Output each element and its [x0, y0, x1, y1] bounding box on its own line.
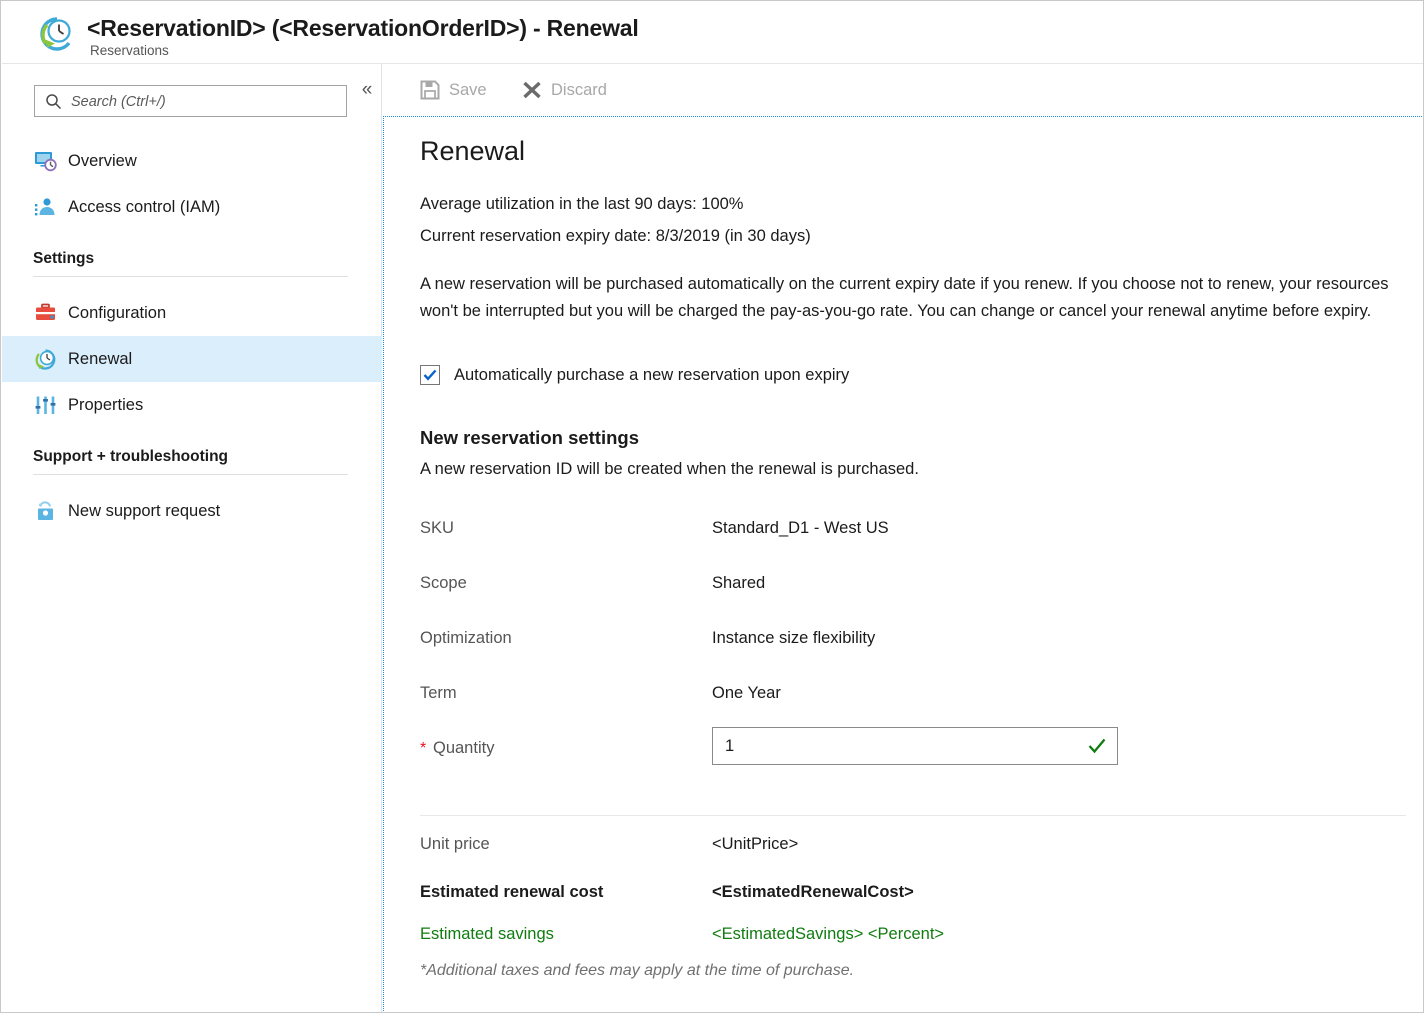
auto-purchase-label: Automatically purchase a new reservation…	[454, 363, 849, 387]
sidebar-item-label: Renewal	[68, 348, 132, 370]
divider	[33, 474, 348, 475]
expiry-date-text: Current reservation expiry date: 8/3/201…	[420, 227, 811, 246]
renewal-clock-icon	[34, 348, 57, 371]
field-label: Unit price	[420, 831, 490, 857]
breadcrumb: Reservations	[90, 43, 169, 58]
discard-x-icon	[521, 79, 543, 101]
sidebar-group-title: Support + troubleshooting	[33, 448, 348, 466]
field-value: <EstimatedSavings> <Percent>	[712, 921, 944, 947]
page-title: <ReservationID> (<ReservationOrderID>) -…	[87, 15, 639, 42]
quantity-stepper[interactable]	[712, 727, 1118, 765]
field-row-optimization: Optimization Instance size flexibility	[420, 625, 1400, 651]
search-box[interactable]	[34, 85, 347, 117]
sidebar-item-access-control[interactable]: Access control (IAM)	[2, 184, 382, 230]
panel-title: Renewal	[420, 136, 525, 167]
divider	[420, 815, 1406, 816]
sidebar-item-label: New support request	[68, 500, 220, 522]
field-label: Optimization	[420, 625, 512, 651]
taxes-footnote: *Additional taxes and fees may apply at …	[420, 962, 854, 980]
access-control-person-icon	[34, 196, 57, 219]
field-label: Estimated savings	[420, 921, 554, 947]
divider	[33, 276, 348, 277]
field-row-scope: Scope Shared	[420, 570, 1400, 596]
save-label: Save	[449, 78, 487, 102]
sidebar-item-label: Overview	[68, 150, 137, 172]
auto-purchase-checkbox[interactable]	[420, 365, 440, 385]
field-label: SKU	[420, 515, 454, 541]
blade-sidebar: « Overview	[2, 64, 382, 1013]
field-value: Standard_D1 - West US	[712, 515, 889, 541]
field-label: Estimated renewal cost	[420, 879, 603, 905]
required-asterisk: *	[420, 736, 426, 762]
reservation-clock-icon	[38, 15, 76, 53]
sidebar-group-title: Settings	[33, 250, 348, 268]
field-row-quantity: * Quantity	[420, 735, 1400, 761]
command-bar: Save Discard	[383, 64, 1424, 116]
configuration-toolbox-icon	[34, 302, 57, 325]
field-row-term: Term One Year	[420, 680, 1400, 706]
discard-button[interactable]: Discard	[521, 74, 646, 106]
azure-portal-blade: <ReservationID> (<ReservationOrderID>) -…	[0, 0, 1424, 1013]
field-value: One Year	[712, 680, 781, 706]
field-value: Shared	[712, 570, 765, 596]
sidebar-item-renewal[interactable]: Renewal	[2, 336, 382, 382]
field-value: <EstimatedRenewalCost>	[712, 879, 914, 905]
field-row-estimated-renewal-cost: Estimated renewal cost <EstimatedRenewal…	[420, 879, 1400, 905]
renewal-description: A new reservation will be purchased auto…	[420, 271, 1392, 324]
sidebar-item-label: Configuration	[68, 302, 166, 324]
support-request-icon	[34, 500, 57, 523]
save-button[interactable]: Save	[419, 74, 529, 106]
new-reservation-settings-heading: New reservation settings	[420, 427, 639, 449]
field-label: Term	[420, 680, 457, 706]
sidebar-group-support: Support + troubleshooting	[33, 448, 348, 475]
field-value: Instance size flexibility	[712, 625, 875, 651]
field-value: <UnitPrice>	[712, 831, 798, 857]
sidebar-item-configuration[interactable]: Configuration	[2, 290, 382, 336]
discard-label: Discard	[551, 78, 607, 102]
sidebar-group-settings: Settings	[33, 250, 348, 277]
green-check-icon	[1087, 736, 1107, 756]
sidebar-item-properties[interactable]: Properties	[2, 382, 382, 428]
collapse-sidebar-button[interactable]: «	[356, 78, 378, 102]
save-floppy-icon	[419, 79, 441, 101]
new-reservation-settings-subtext: A new reservation ID will be created whe…	[420, 460, 919, 479]
field-row-estimated-savings: Estimated savings <EstimatedSavings> <Pe…	[420, 921, 1400, 947]
quantity-label: Quantity	[433, 735, 494, 761]
overview-monitor-icon	[34, 150, 57, 173]
sidebar-item-label: Access control (IAM)	[68, 196, 220, 218]
average-utilization-text: Average utilization in the last 90 days:…	[420, 195, 743, 214]
field-row-unit-price: Unit price <UnitPrice>	[420, 831, 1400, 857]
search-icon	[45, 93, 62, 110]
quantity-input[interactable]	[713, 728, 1073, 764]
sidebar-item-label: Properties	[68, 394, 143, 416]
blade-title-bar: <ReservationID> (<ReservationOrderID>) -…	[2, 2, 1423, 64]
sidebar-item-overview[interactable]: Overview	[2, 138, 382, 184]
field-row-sku: SKU Standard_D1 - West US	[420, 515, 1400, 541]
search-input[interactable]	[69, 86, 343, 118]
renewal-panel: Renewal Average utilization in the last …	[383, 116, 1424, 1013]
properties-sliders-icon	[34, 394, 57, 417]
field-label: Scope	[420, 570, 467, 596]
sidebar-item-new-support-request[interactable]: New support request	[2, 488, 382, 534]
